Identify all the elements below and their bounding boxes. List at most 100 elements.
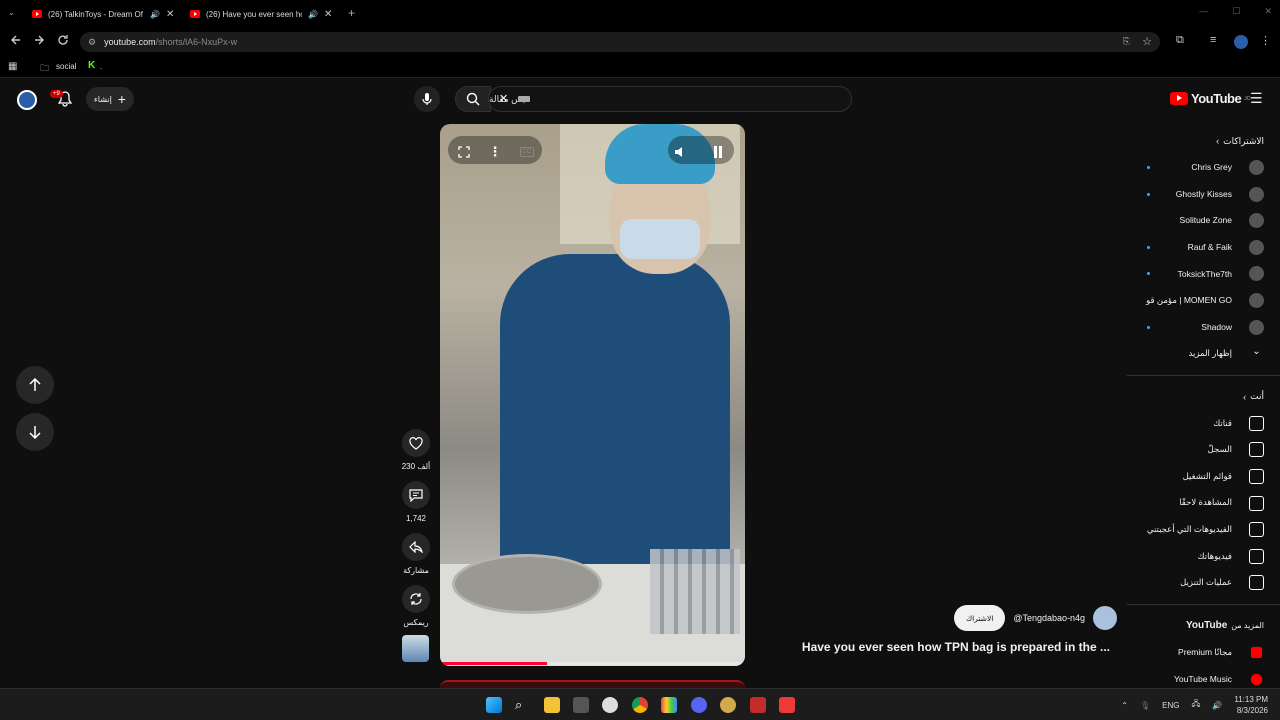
sidebar-item[interactable]: Ghostly Kisses [1127, 181, 1280, 208]
media-control-icon[interactable]: ≡ [1210, 34, 1216, 46]
sidebar-item[interactable]: Chris Grey [1127, 154, 1280, 181]
pause-button[interactable] [702, 136, 734, 168]
more-options-button[interactable]: ⋮ [479, 136, 511, 168]
discord-icon[interactable] [691, 697, 707, 713]
sidebar-item[interactable]: Rauf & Faik [1127, 234, 1280, 261]
player-controls: ⋮ CC [440, 124, 745, 174]
comment-icon [409, 488, 423, 502]
tray-overflow-icon[interactable]: ⌃ [1121, 701, 1128, 710]
windows-start-icon[interactable] [486, 697, 502, 713]
close-window-icon[interactable]: ✕ [1264, 6, 1272, 17]
apps-icon[interactable]: ▦ [8, 61, 17, 72]
channel-avatar [1249, 186, 1264, 202]
install-icon[interactable]: ⎘ [1123, 36, 1130, 47]
mute-button[interactable] [664, 136, 696, 168]
voice-search-button[interactable] [414, 86, 440, 112]
back-icon[interactable] [10, 34, 22, 46]
you-title: أنت [1250, 391, 1264, 402]
next-short-button[interactable] [16, 413, 54, 451]
channel-avatar[interactable] [1093, 606, 1118, 630]
like-button[interactable] [402, 429, 430, 457]
account-avatar[interactable] [17, 90, 37, 110]
clock[interactable]: 11:13 PM 8/3/2026 [1234, 694, 1268, 716]
sidebar-item[interactable]: المشاهدة لاحقًا [1127, 490, 1280, 517]
sidebar-item[interactable]: ToksickThe7th [1127, 260, 1280, 287]
network-icon[interactable]: 🖧 [1191, 698, 1200, 712]
bookmark-dot[interactable]: . [100, 62, 102, 71]
create-button[interactable]: إنشاء + [86, 87, 134, 111]
sidebar-item[interactable]: قوائم التشغيل [1127, 463, 1280, 490]
sound-thumbnail[interactable] [402, 635, 429, 662]
you-list: قناتك السجلّ قوائم التشغيل المشاهدة لاحقًا ا… [1127, 410, 1280, 596]
youtube-logo[interactable]: YouTube JO [1170, 91, 1251, 106]
sidebar-item-label: قوائم التشغيل [1182, 470, 1232, 481]
forward-icon[interactable] [33, 34, 45, 46]
share-button[interactable] [402, 533, 430, 561]
sidebar-item[interactable]: Premium مجانًا [1127, 639, 1280, 666]
profile-avatar[interactable] [1234, 35, 1248, 49]
shorts-video-player[interactable]: ⋮ CC [440, 124, 745, 666]
fullscreen-button[interactable] [448, 136, 480, 168]
extensions-icon[interactable]: ⧉ [1176, 34, 1184, 47]
tab-talkintoys[interactable]: (26) TalkinToys - Dream Of 🔊 ✕ [32, 4, 174, 24]
sidebar-item[interactable]: السجلّ [1127, 436, 1280, 463]
previous-short-button[interactable] [16, 366, 54, 404]
like-action[interactable]: 230 ألف [400, 429, 432, 471]
language-indicator[interactable]: ENG [1162, 701, 1179, 710]
close-tab-icon[interactable]: ✕ [166, 9, 174, 20]
bookmark-star-icon[interactable]: ☆ [1142, 35, 1152, 48]
close-tab-icon[interactable]: ✕ [324, 9, 332, 20]
clear-search-icon[interactable]: ✕ [499, 92, 508, 105]
comment-button[interactable] [402, 481, 430, 509]
video-progress-bar[interactable] [440, 662, 745, 665]
search-button[interactable] [455, 86, 491, 112]
captions-button[interactable]: CC [511, 136, 543, 168]
search-input[interactable]: ميس مقالة [488, 86, 852, 112]
app-icon[interactable] [661, 697, 677, 713]
sidebar-item[interactable]: عمليات التنزيل [1127, 569, 1280, 596]
channel-handle[interactable]: @Tengdabao-n4g [1013, 613, 1085, 623]
taskbar-search-icon[interactable]: ⌕ [515, 697, 531, 713]
reload-icon[interactable] [57, 34, 69, 46]
sidebar-item[interactable]: قناتك [1127, 410, 1280, 437]
sidebar-item[interactable]: Solitude Zone [1127, 207, 1280, 234]
address-bar[interactable]: ⚙ youtube.com/shorts/lA6-NxuPx-w ⎘ ☆ [80, 32, 1160, 52]
subscribe-button[interactable]: الاشتراك [954, 605, 1006, 631]
new-tab-icon[interactable]: + [348, 6, 355, 20]
maximize-icon[interactable]: ☐ [1232, 6, 1240, 17]
sidebar-item[interactable]: مؤمن قو | MOMEN GO [1127, 287, 1280, 314]
file-explorer-icon[interactable] [544, 697, 560, 713]
video-title[interactable]: Have you ever seen how TPN bag is prepar… [790, 640, 1110, 654]
app-icon[interactable] [720, 697, 736, 713]
bookmarks-bar: ▦ 🗀 social K . [0, 56, 1280, 78]
app-icon[interactable] [779, 697, 795, 713]
sidebar-item[interactable]: فيديوهاتك [1127, 543, 1280, 570]
tab-active-short[interactable]: (26) Have you ever seen ho 🔊 ✕ [190, 4, 332, 24]
minimize-icon[interactable]: — [1199, 6, 1208, 17]
chrome-icon[interactable] [632, 697, 648, 713]
app-icon[interactable] [573, 697, 589, 713]
guide-menu-icon[interactable]: ☰ [1250, 90, 1263, 107]
premium-icon [1250, 646, 1263, 659]
clock-date: 8/3/2026 [1236, 706, 1268, 715]
sidebar-item[interactable]: Shadow [1127, 314, 1280, 341]
site-info-icon[interactable]: ⚙ [88, 37, 96, 48]
subscriptions-header[interactable]: ‹ الاشتراكات [1127, 128, 1280, 154]
more-list: Premium مجانًا YouTube Music [1127, 639, 1280, 692]
volume-tray-icon[interactable]: 🔊 [1212, 701, 1222, 710]
show-more-button[interactable]: إظهار المزيد ⌄ [1127, 340, 1280, 367]
you-header[interactable]: ‹ أنت [1127, 384, 1280, 410]
bookmark-social[interactable]: social [56, 62, 76, 71]
tab-search-icon[interactable]: ⌄ [8, 8, 15, 17]
browser-menu-icon[interactable]: ⋮ [1260, 34, 1271, 47]
remix-button[interactable] [402, 585, 430, 613]
sidebar-item[interactable]: الفيديوهات التي أعجبتني [1127, 516, 1280, 543]
comment-action[interactable]: 1,742 [400, 481, 432, 523]
keyboard-icon[interactable] [518, 96, 530, 102]
heart-icon [409, 436, 423, 450]
next-short-peek [440, 680, 745, 688]
app-icon[interactable] [602, 697, 618, 713]
share-action[interactable]: مشاركة [400, 533, 432, 575]
remix-action[interactable]: ريمكس [400, 585, 432, 627]
app-icon[interactable] [750, 697, 766, 713]
